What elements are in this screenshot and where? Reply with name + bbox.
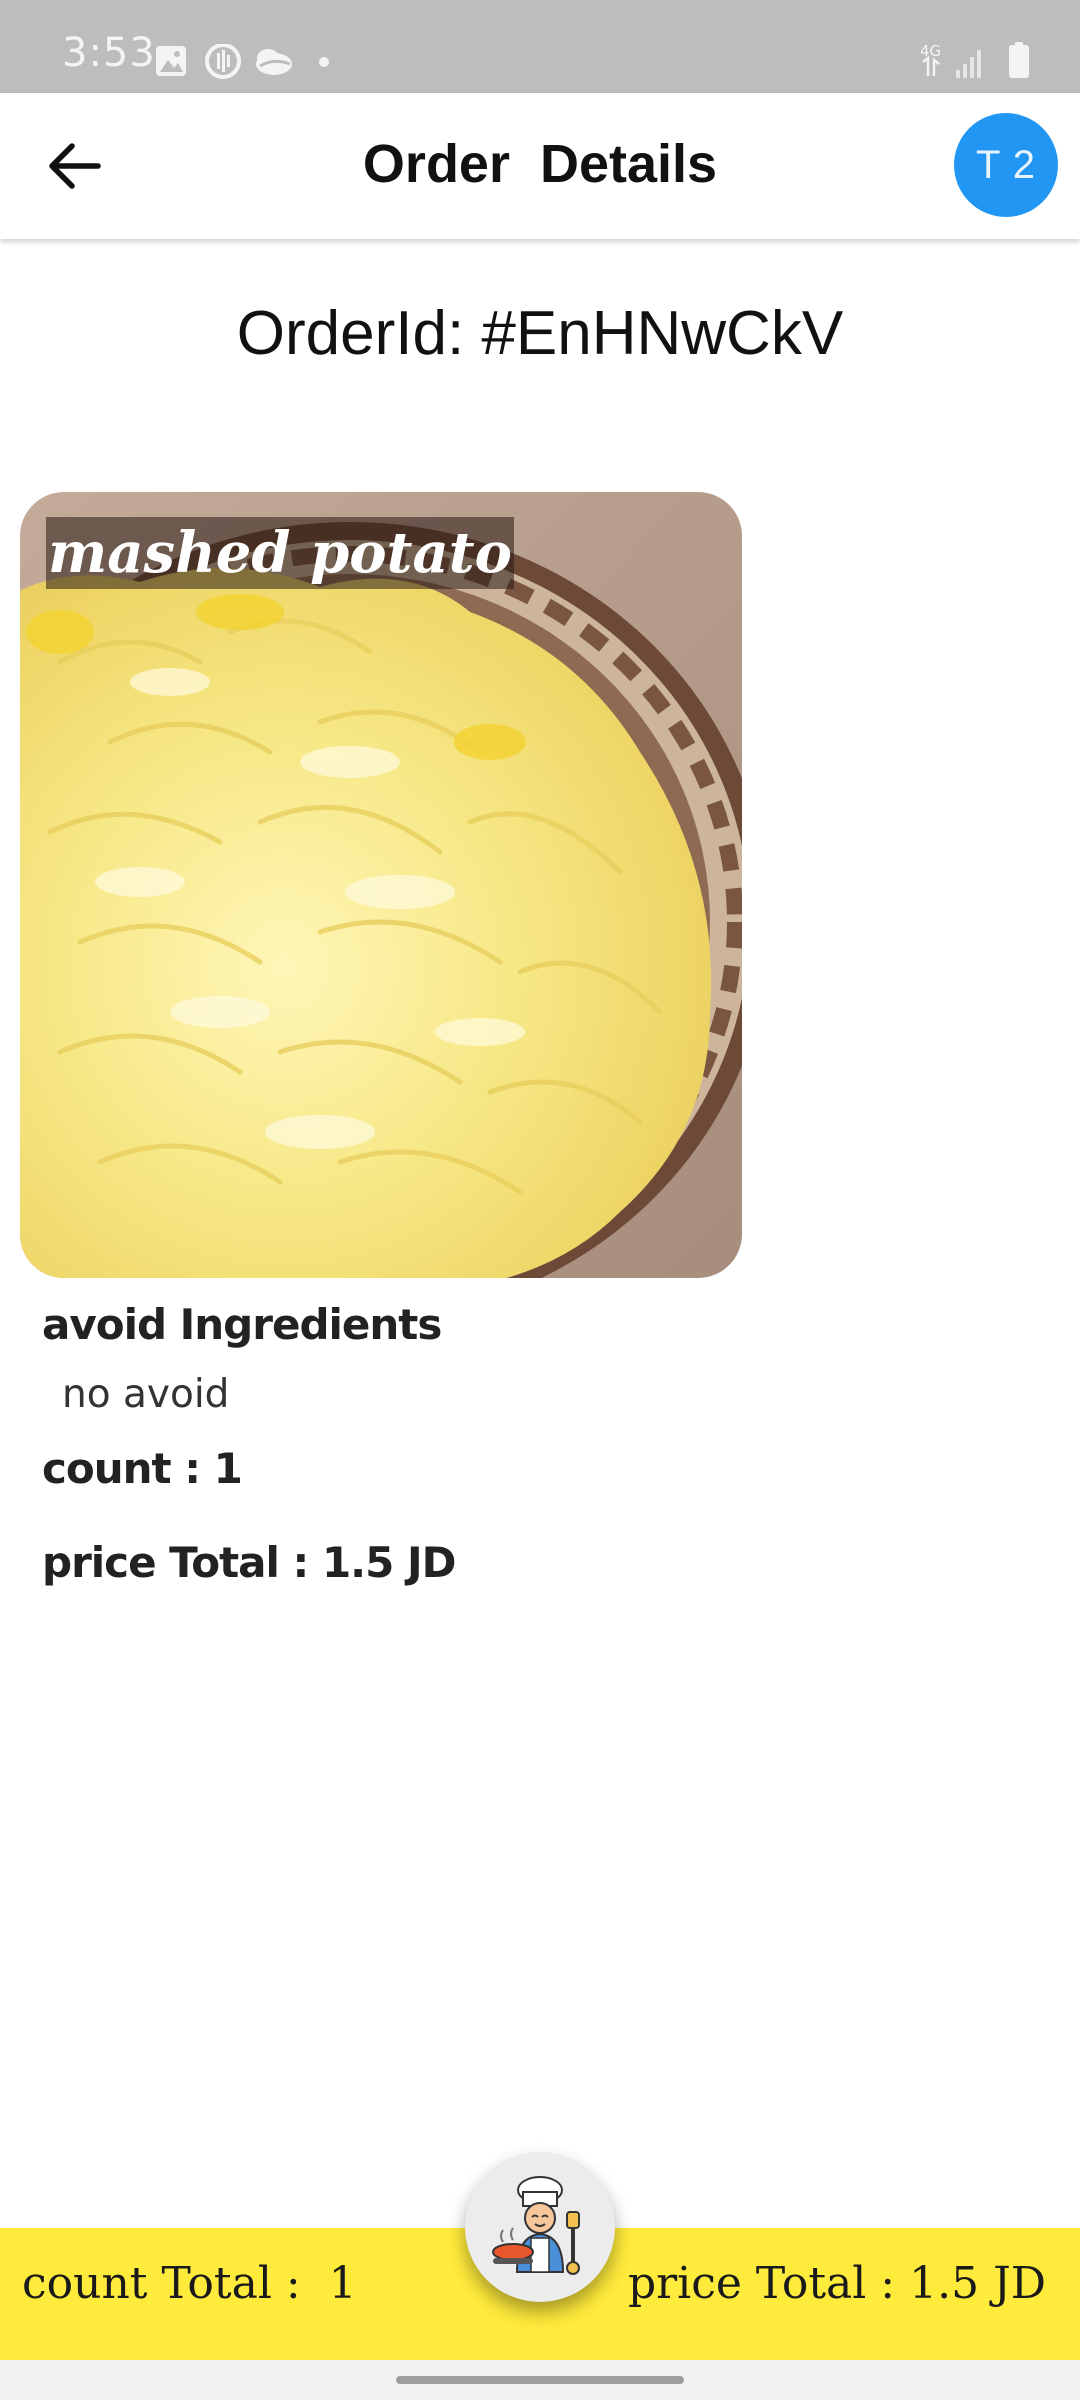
status-icons-left bbox=[156, 44, 329, 79]
item-name: mashed potato bbox=[46, 517, 514, 589]
chef-button[interactable] bbox=[465, 2152, 615, 2302]
page-title: Order Details bbox=[362, 134, 718, 194]
order-id-label: OrderId: #EnHNwCkV bbox=[236, 299, 844, 368]
network-type-label: 4G bbox=[920, 42, 941, 60]
data-arrows-icon bbox=[922, 55, 940, 76]
image-icon bbox=[156, 46, 186, 76]
dot-icon bbox=[319, 57, 329, 67]
avoid-ingredients-value: no avoid bbox=[62, 1372, 230, 1417]
table-badge[interactable]: T 2 bbox=[954, 113, 1058, 217]
avoid-ingredients-heading: avoid Ingredients bbox=[42, 1300, 442, 1349]
system-nav-bar bbox=[0, 2360, 1080, 2400]
order-details-screen: 3:53 4G Order Details T 2 OrderId: #EnHN… bbox=[0, 0, 1080, 2400]
food-image bbox=[20, 492, 742, 1278]
home-indicator[interactable] bbox=[396, 2376, 684, 2384]
status-icons-right: 4G bbox=[920, 42, 1029, 78]
podcast-icon bbox=[205, 44, 241, 79]
chef-icon bbox=[492, 2176, 580, 2275]
item-count: count : 1 bbox=[42, 1444, 243, 1493]
order-item-card[interactable]: mashed potato bbox=[20, 492, 742, 1278]
cloud-icon bbox=[256, 49, 292, 75]
count-total: count Total : 1 bbox=[22, 2258, 357, 2309]
status-time: 3:53 bbox=[62, 30, 156, 76]
status-bar: 3:53 4G bbox=[0, 0, 1080, 93]
signal-icon bbox=[956, 50, 981, 78]
price-total: price Total : 1.5 JD bbox=[627, 2258, 1046, 2309]
battery-icon bbox=[1009, 42, 1029, 78]
item-price-total: price Total : 1.5 JD bbox=[42, 1538, 456, 1587]
app-bar: Order Details T 2 bbox=[0, 93, 1080, 239]
